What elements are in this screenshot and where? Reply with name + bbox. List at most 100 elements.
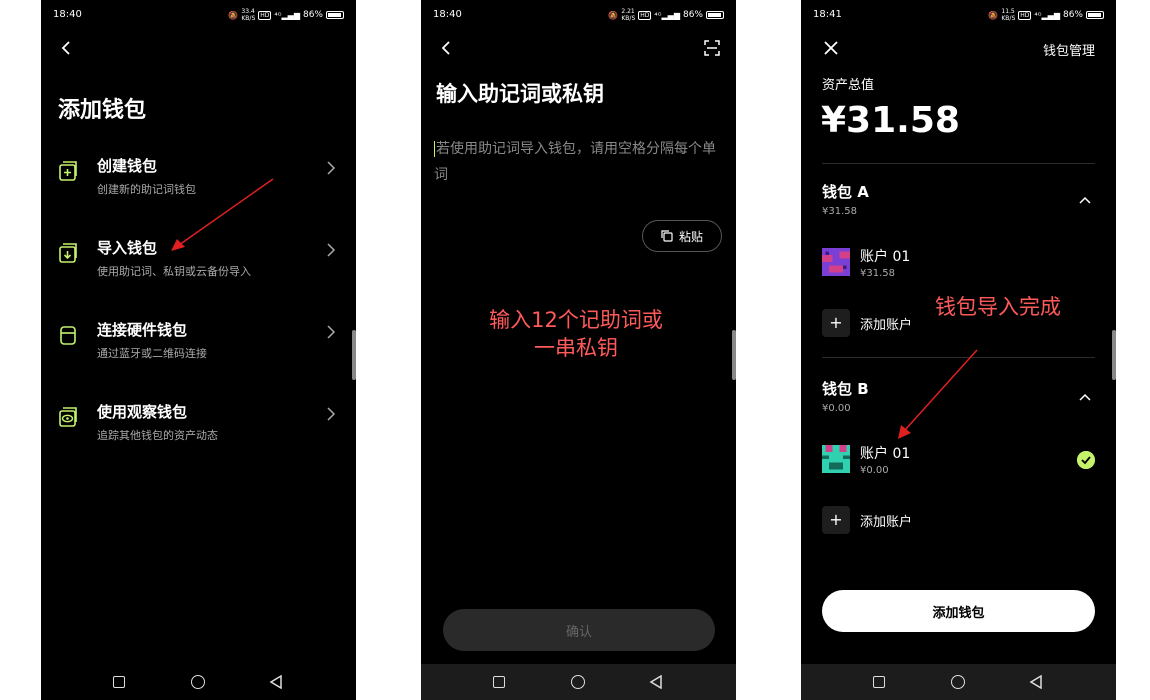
chevron-up-icon[interactable] bbox=[1079, 393, 1091, 401]
page-title: 添加钱包 bbox=[58, 98, 147, 123]
hd-icon: HD bbox=[638, 10, 652, 20]
menu-item-watch-wallet[interactable]: 使用观察钱包 追踪其他钱包的资产动态 bbox=[41, 401, 356, 461]
account-row[interactable]: 账户 01 ¥31.58 bbox=[822, 244, 1095, 284]
recent-apps-button[interactable] bbox=[113, 676, 125, 688]
watch-wallet-icon bbox=[59, 407, 77, 427]
back-arrow-icon[interactable] bbox=[59, 40, 75, 56]
system-nav-bar bbox=[801, 664, 1116, 700]
recent-apps-button[interactable] bbox=[493, 676, 505, 688]
annotation-text: 钱包导入完成 bbox=[935, 295, 1061, 319]
account-balance: ¥31.58 bbox=[860, 268, 895, 279]
add-account-label: 添加账户 bbox=[860, 515, 913, 530]
close-icon[interactable] bbox=[823, 40, 839, 56]
status-bar: 18:40 🔕 33.4 KB/S HD ⁴ᴳ▂▄▆ 86% bbox=[41, 0, 356, 30]
total-assets-label: 资产总值 bbox=[822, 78, 875, 93]
chevron-right-icon bbox=[327, 407, 336, 421]
system-nav-bar bbox=[421, 664, 736, 700]
mute-icon: 🔕 bbox=[988, 10, 999, 20]
back-triangle-icon[interactable] bbox=[649, 675, 663, 689]
mute-icon: 🔕 bbox=[228, 10, 239, 20]
account-balance: ¥0.00 bbox=[860, 465, 889, 476]
signal-icon: ⁴ᴳ▂▄▆ bbox=[654, 10, 680, 20]
status-icons: 🔕 33.4 KB/S HD ⁴ᴳ▂▄▆ 86% bbox=[228, 8, 344, 22]
status-icons: 🔕 2.21 KB/S HD ⁴ᴳ▂▄▆ 86% bbox=[608, 8, 724, 22]
network-speed: 33.4 KB/S bbox=[241, 8, 256, 22]
battery-percent: 86% bbox=[682, 10, 703, 20]
home-button[interactable] bbox=[951, 675, 965, 689]
copy-icon bbox=[661, 230, 673, 242]
back-arrow-icon[interactable] bbox=[439, 40, 455, 56]
menu-item-subtitle: 追踪其他钱包的资产动态 bbox=[97, 429, 218, 442]
chevron-up-icon[interactable] bbox=[1079, 196, 1091, 204]
paste-label: 粘贴 bbox=[678, 229, 703, 244]
menu-item-title: 使用观察钱包 bbox=[97, 403, 188, 421]
hardware-wallet-icon bbox=[60, 326, 76, 345]
account-row[interactable]: 账户 01 ¥0.00 bbox=[822, 441, 1095, 481]
create-wallet-icon bbox=[59, 161, 77, 181]
battery-icon bbox=[1086, 11, 1104, 19]
battery-percent: 86% bbox=[302, 10, 323, 20]
add-account-button[interactable]: + 添加账户 bbox=[822, 506, 1022, 534]
wallet-name[interactable]: 钱包 A bbox=[822, 181, 869, 202]
annotation-arrow bbox=[898, 349, 978, 439]
scan-icon[interactable] bbox=[704, 40, 720, 56]
phone-screen-wallet-manage: 18:41 🔕 11.5 KB/S HD ⁴ᴳ▂▄▆ 86% 钱包管理 资产总值… bbox=[801, 0, 1116, 700]
menu-item-subtitle: 通过蓝牙或二维码连接 bbox=[97, 347, 207, 360]
side-handle bbox=[352, 330, 356, 380]
avatar bbox=[822, 445, 850, 473]
add-account-label: 添加账户 bbox=[860, 318, 913, 333]
divider bbox=[822, 163, 1095, 164]
menu-item-subtitle: 使用助记词、私钥或云备份导入 bbox=[97, 265, 251, 278]
wallet-balance: ¥0.00 bbox=[822, 403, 851, 414]
import-wallet-icon bbox=[59, 243, 77, 263]
chevron-right-icon bbox=[327, 325, 336, 339]
paste-button[interactable]: 粘贴 bbox=[642, 220, 722, 252]
battery-icon bbox=[706, 11, 724, 19]
status-bar: 18:40 🔕 2.21 KB/S HD ⁴ᴳ▂▄▆ 86% bbox=[421, 0, 736, 30]
input-placeholder: 若使用助记词导入钱包，请用空格分隔每个单词 bbox=[434, 141, 716, 183]
mute-icon: 🔕 bbox=[608, 10, 619, 20]
recent-apps-button[interactable] bbox=[873, 676, 885, 688]
network-speed: 11.5 KB/S bbox=[1001, 8, 1016, 22]
page-title: 输入助记词或私钥 bbox=[436, 82, 604, 106]
wallet-balance: ¥31.58 bbox=[822, 206, 857, 217]
account-name: 账户 01 bbox=[860, 249, 911, 265]
signal-icon: ⁴ᴳ▂▄▆ bbox=[274, 10, 300, 20]
text-cursor bbox=[434, 141, 435, 157]
status-time: 18:40 bbox=[433, 9, 462, 20]
menu-item-hardware-wallet[interactable]: 连接硬件钱包 通过蓝牙或二维码连接 bbox=[41, 319, 356, 379]
home-button[interactable] bbox=[571, 675, 585, 689]
battery-percent: 86% bbox=[1062, 10, 1083, 20]
back-triangle-icon[interactable] bbox=[269, 675, 283, 689]
status-time: 18:41 bbox=[813, 9, 842, 20]
status-time: 18:40 bbox=[53, 9, 82, 20]
battery-icon bbox=[326, 11, 344, 19]
selected-check-icon bbox=[1077, 451, 1095, 469]
account-name: 账户 01 bbox=[860, 446, 911, 462]
menu-item-title: 创建钱包 bbox=[97, 157, 158, 175]
mnemonic-input[interactable]: 若使用助记词导入钱包，请用空格分隔每个单词 bbox=[434, 136, 724, 188]
phone-screen-add-wallet: 18:40 🔕 33.4 KB/S HD ⁴ᴳ▂▄▆ 86% 添加钱包 创建钱包… bbox=[41, 0, 356, 700]
add-wallet-button[interactable]: 添加钱包 bbox=[822, 590, 1095, 632]
wallet-name[interactable]: 钱包 B bbox=[822, 378, 869, 399]
home-button[interactable] bbox=[191, 675, 205, 689]
side-handle bbox=[1112, 330, 1116, 380]
status-bar: 18:41 🔕 11.5 KB/S HD ⁴ᴳ▂▄▆ 86% bbox=[801, 0, 1116, 30]
chevron-right-icon bbox=[327, 161, 336, 175]
menu-item-title: 连接硬件钱包 bbox=[97, 321, 188, 339]
signal-icon: ⁴ᴳ▂▄▆ bbox=[1034, 10, 1060, 20]
side-handle bbox=[732, 330, 736, 380]
phone-screen-import: 18:40 🔕 2.21 KB/S HD ⁴ᴳ▂▄▆ 86% 输入助记词或私钥 … bbox=[421, 0, 736, 700]
annotation-arrow bbox=[171, 178, 274, 251]
status-icons: 🔕 11.5 KB/S HD ⁴ᴳ▂▄▆ 86% bbox=[988, 8, 1104, 22]
chevron-right-icon bbox=[327, 243, 336, 257]
hd-icon: HD bbox=[1018, 10, 1032, 20]
plus-icon: + bbox=[822, 309, 850, 337]
total-assets-value: ¥31.58 bbox=[821, 100, 960, 141]
confirm-button[interactable]: 确认 bbox=[443, 609, 715, 651]
system-nav-bar bbox=[41, 664, 356, 700]
network-speed: 2.21 KB/S bbox=[621, 8, 636, 22]
back-triangle-icon[interactable] bbox=[1029, 675, 1043, 689]
wallet-manage-link[interactable]: 钱包管理 bbox=[1043, 40, 1095, 59]
annotation-text: 输入12个记助词或 一串私钥 bbox=[489, 308, 663, 360]
